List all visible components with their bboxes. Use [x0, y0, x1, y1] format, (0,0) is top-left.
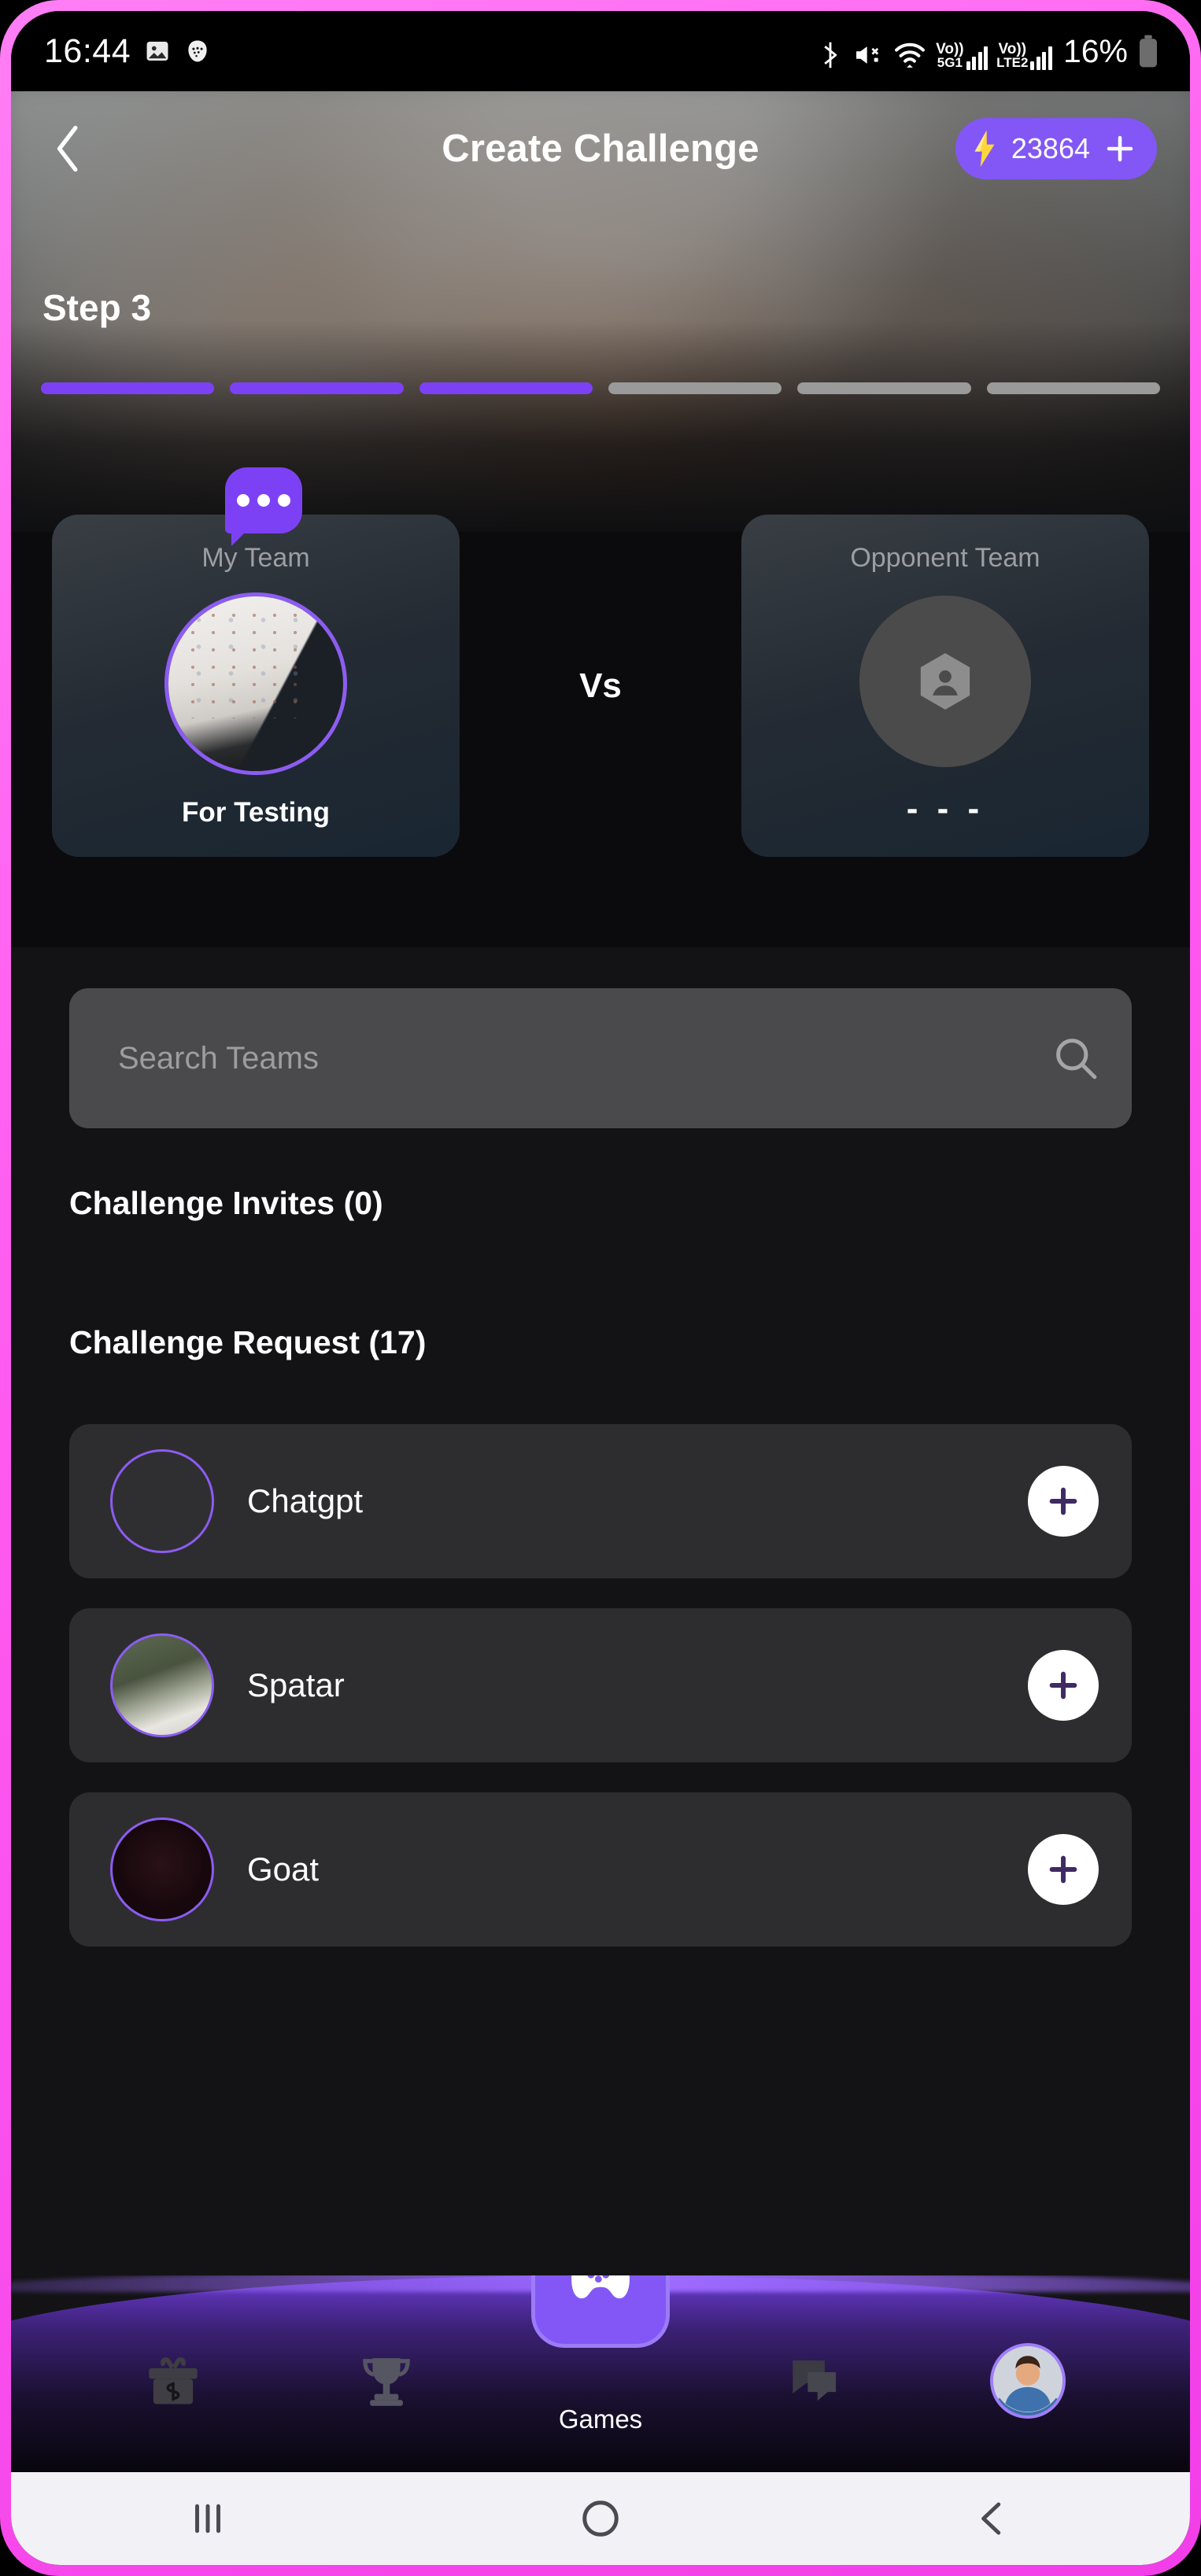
- step-label: Step 3: [42, 287, 152, 328]
- volte-label-2: Vo)) LTE2: [996, 41, 1029, 71]
- chat-bubble-badge[interactable]: [225, 467, 302, 546]
- request-avatar: [110, 1633, 214, 1737]
- profile-avatar-icon: [990, 2343, 1066, 2419]
- coin-balance-button[interactable]: 23864: [955, 118, 1157, 179]
- search-placeholder: Search Teams: [118, 1040, 319, 1076]
- add-opponent-button[interactable]: [1028, 1466, 1099, 1537]
- progress-segment-3: [419, 382, 593, 394]
- plus-icon: [1049, 1487, 1077, 1515]
- nav-item-leaderboard[interactable]: [280, 2349, 494, 2422]
- status-bar-left: 16:44: [44, 32, 211, 71]
- opponent-team-card[interactable]: Opponent Team - - -: [741, 515, 1149, 857]
- image-icon: [146, 41, 168, 61]
- nav-item-chat[interactable]: [708, 2349, 922, 2422]
- home-button[interactable]: [404, 2497, 796, 2540]
- phone-frame: 16:44 Vo)) 5G1 Vo)) LTE2 16% Create Chal…: [0, 0, 1201, 2576]
- wifi-icon: [895, 42, 926, 68]
- signal-bars-icon: [966, 46, 989, 70]
- bottom-navigation: Games: [11, 2275, 1190, 2472]
- progress-segment-5: [797, 382, 971, 394]
- list-item[interactable]: Spatar: [69, 1608, 1132, 1762]
- avatar: [993, 2346, 1063, 2412]
- games-label: Games: [558, 2404, 643, 2434]
- plus-icon: [1049, 1855, 1077, 1884]
- team-photo-avatar: [168, 596, 343, 771]
- progress-segment-2: [230, 382, 404, 394]
- challenge-request-list: Chatgpt Spatar Goat: [69, 1424, 1132, 1947]
- my-team-name: For Testing: [182, 797, 330, 828]
- home-circle-icon: [582, 2500, 619, 2537]
- volte-label-1: Vo)) 5G1: [936, 41, 964, 71]
- request-avatar: [110, 1818, 214, 1921]
- trophy-icon: [363, 2358, 411, 2406]
- bluetooth-icon: [824, 42, 837, 68]
- android-system-nav: [11, 2472, 1190, 2565]
- app-header: Create Challenge 23864: [11, 105, 1190, 192]
- list-item[interactable]: Chatgpt: [69, 1424, 1132, 1578]
- nav-item-rewards[interactable]: [66, 2351, 280, 2420]
- battery-icon: [1140, 35, 1157, 67]
- back-button[interactable]: [44, 124, 93, 173]
- network-2: Vo)) LTE2: [996, 41, 1052, 71]
- signal-bars-icon: [1030, 46, 1052, 70]
- my-team-card[interactable]: My Team For Testing: [52, 467, 460, 857]
- status-bar-right: Vo)) 5G1 Vo)) LTE2 16%: [817, 33, 1160, 70]
- person-placeholder-icon: [920, 653, 970, 710]
- add-opponent-button[interactable]: [1028, 1650, 1099, 1721]
- versus-row: My Team For Testing Vs Opponent Team - -…: [52, 467, 1149, 857]
- search-teams-input[interactable]: Search Teams: [69, 988, 1132, 1128]
- games-fab-button[interactable]: [531, 2275, 670, 2348]
- progress-segment-1: [41, 382, 215, 394]
- network-1: Vo)) 5G1: [936, 41, 989, 71]
- request-name: Goat: [247, 1851, 320, 1888]
- add-opponent-button[interactable]: [1028, 1834, 1099, 1905]
- opponent-team-name: - - -: [906, 789, 985, 828]
- dot: [278, 494, 290, 507]
- plus-icon: [1107, 135, 1133, 162]
- chevron-left-icon: [57, 125, 78, 172]
- mute-icon: [856, 46, 879, 64]
- opponent-team-label: Opponent Team: [850, 543, 1040, 573]
- chat-bubble-icon: [792, 2360, 836, 2401]
- nav-item-profile[interactable]: [921, 2343, 1135, 2428]
- vs-label: Vs: [579, 666, 622, 705]
- back-chevron-icon: [981, 2502, 1001, 2535]
- lightning-bolt-icon: [974, 130, 995, 168]
- phone-screen: 16:44 Vo)) 5G1 Vo)) LTE2 16% Create Chal…: [11, 11, 1190, 2565]
- app-badge-icon: [188, 40, 207, 62]
- request-name: Spatar: [247, 1666, 345, 1703]
- my-team-avatar: [164, 592, 347, 775]
- step-progress-bar: [41, 382, 1160, 394]
- search-icon: [1056, 1039, 1097, 1079]
- list-item[interactable]: Goat: [69, 1792, 1132, 1947]
- progress-segment-6: [986, 382, 1160, 394]
- gift-dollar-icon: [149, 2357, 198, 2404]
- request-avatar: [110, 1449, 214, 1553]
- plus-icon: [1049, 1671, 1077, 1699]
- challenge-invites-heading: Challenge Invites (0): [69, 1185, 383, 1221]
- battery-percent: 16%: [1062, 32, 1128, 69]
- opponent-team-avatar: [859, 596, 1031, 767]
- request-name: Chatgpt: [247, 1482, 364, 1519]
- system-back-button[interactable]: [797, 2497, 1190, 2540]
- gamepad-icon: [571, 2275, 630, 2299]
- my-team-label: My Team: [201, 543, 310, 573]
- recents-icon: [194, 2504, 220, 2534]
- dot: [237, 494, 249, 507]
- progress-segment-4: [608, 382, 782, 394]
- recents-button[interactable]: [11, 2497, 404, 2540]
- dot: [257, 494, 270, 507]
- status-clock: 16:44: [44, 31, 131, 70]
- challenge-requests-heading: Challenge Request (17): [69, 1324, 427, 1360]
- coin-amount: 23864: [1011, 132, 1090, 164]
- status-bar: 16:44 Vo)) 5G1 Vo)) LTE2 16%: [11, 11, 1190, 91]
